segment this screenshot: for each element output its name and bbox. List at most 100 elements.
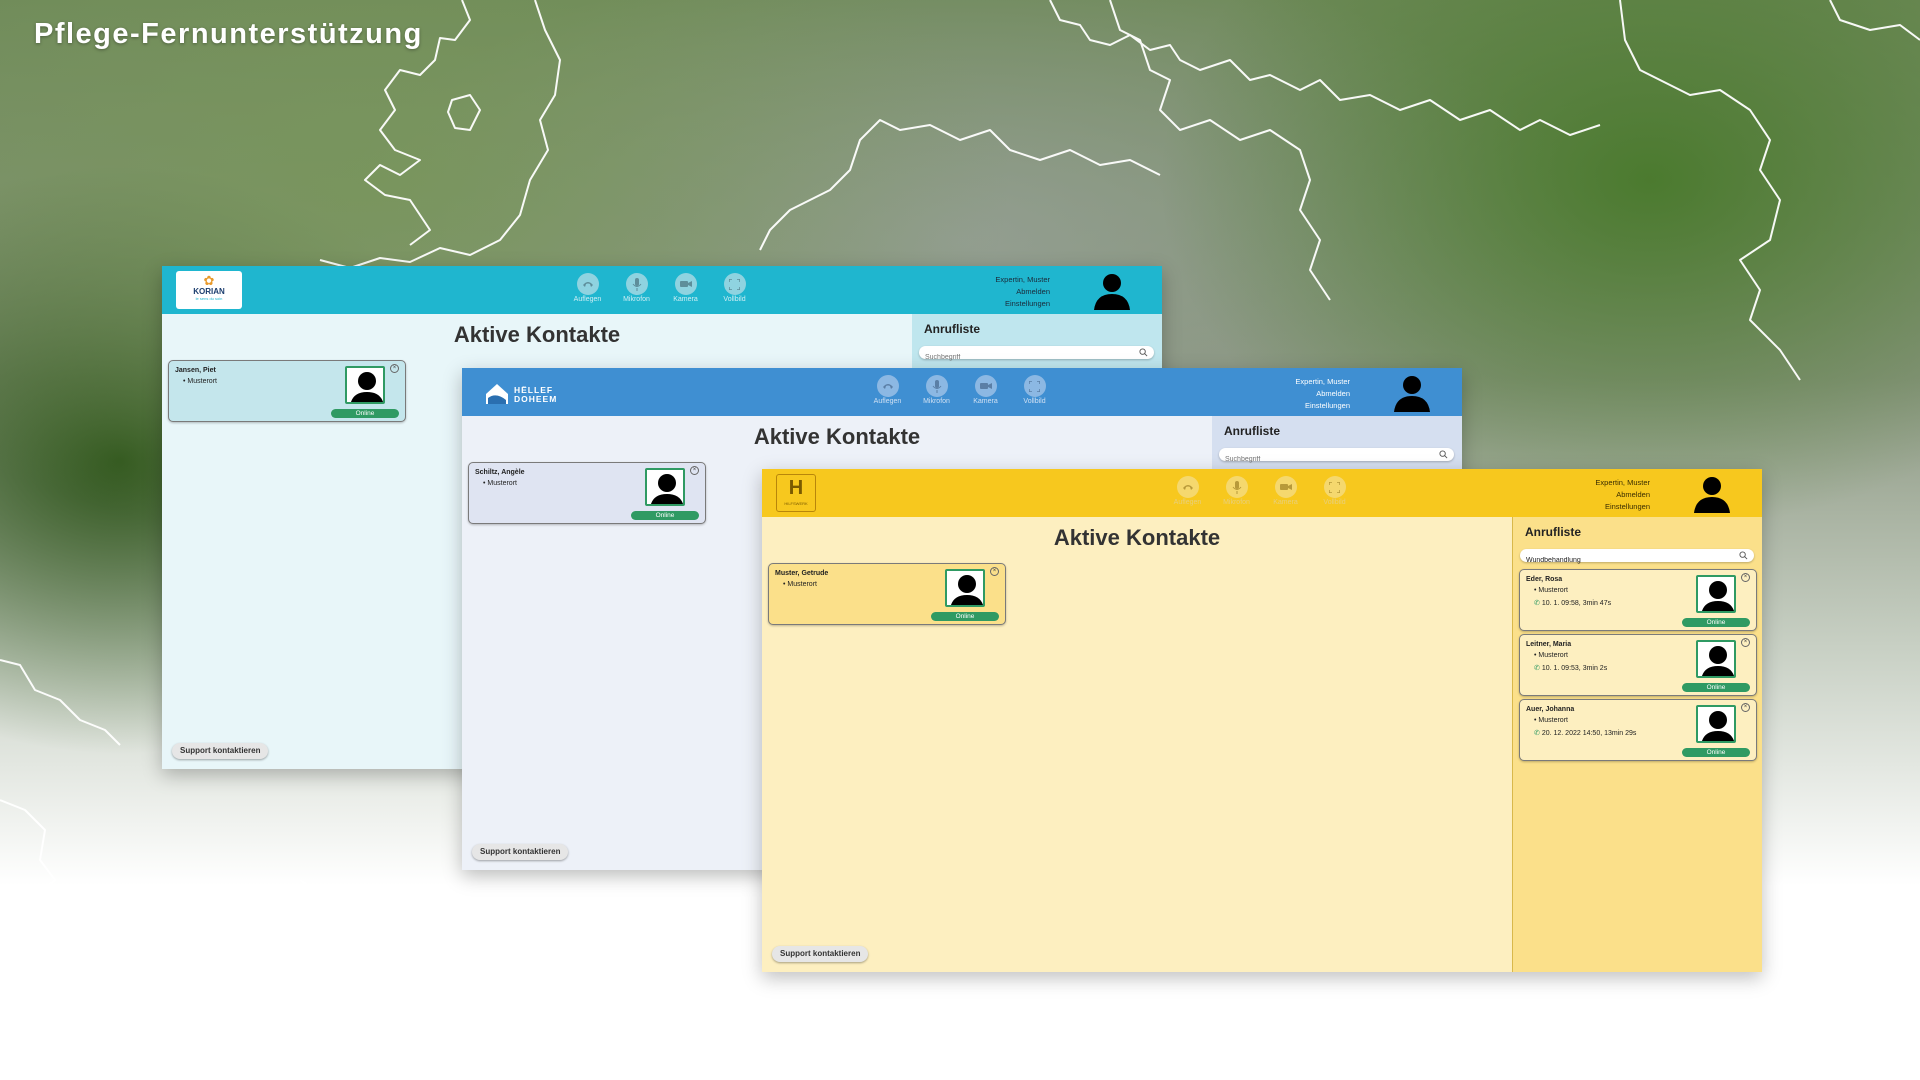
- camera-icon: [674, 273, 697, 295]
- support-button[interactable]: Support kontaktieren: [772, 946, 869, 962]
- contact-name: Eder, Rosa: [1526, 576, 1563, 583]
- phone-hangup-icon: [576, 273, 599, 295]
- status-badge: Online: [631, 511, 699, 520]
- fullscreen-icon: [1023, 375, 1046, 397]
- top-bar: HËLLEF DOHEEM Auflegen Mikrofon Kamera V…: [462, 368, 1462, 416]
- search-field: [1520, 549, 1754, 567]
- contact-name: Muster, Getrude: [775, 570, 829, 577]
- call-entry: ✆ 10. 1. 09:58, 3min 47s: [1534, 600, 1612, 607]
- search-icon[interactable]: [1139, 348, 1148, 357]
- user-menu: Expertin, Muster Abmelden Einstellungen: [1295, 376, 1350, 412]
- close-icon[interactable]: ×: [990, 567, 999, 576]
- close-icon[interactable]: ×: [1741, 638, 1750, 647]
- contact-card[interactable]: Muster, Getrude Musterort Online ×: [768, 563, 1006, 625]
- page-title: Aktive Kontakte: [1053, 525, 1221, 550]
- status-badge: Online: [1682, 618, 1750, 627]
- search-input[interactable]: [1219, 453, 1426, 466]
- close-icon[interactable]: ×: [690, 466, 699, 475]
- support-button[interactable]: Support kontaktieren: [172, 743, 269, 759]
- hangup-button[interactable]: Auflegen: [870, 375, 905, 405]
- camera-icon: [1274, 476, 1297, 498]
- settings-link[interactable]: Einstellungen: [995, 298, 1050, 310]
- call-controls: Auflegen Mikrofon Kamera Vollbild: [870, 375, 1052, 405]
- status-badge: Online: [1682, 748, 1750, 757]
- settings-link[interactable]: Einstellungen: [1595, 501, 1650, 513]
- logout-link[interactable]: Abmelden: [1595, 489, 1650, 501]
- contact-place: Musterort: [1534, 717, 1568, 724]
- user-name: Expertin, Muster: [1595, 478, 1650, 487]
- call-list-title: Anrufliste: [1525, 525, 1582, 539]
- support-button[interactable]: Support kontaktieren: [472, 844, 569, 860]
- hangup-button[interactable]: Auflegen: [1170, 476, 1205, 506]
- page-title: Aktive Kontakte: [453, 322, 621, 347]
- contact-avatar: [345, 366, 385, 404]
- call-list-title: Anrufliste: [924, 322, 981, 336]
- call-controls: Auflegen Mikrofon Kamera Vollbild: [1170, 476, 1352, 506]
- user-name: Expertin, Muster: [1295, 377, 1350, 386]
- user-name: Expertin, Muster: [995, 275, 1050, 284]
- search-field: [919, 346, 1154, 364]
- phone-icon: ✆: [1534, 600, 1540, 607]
- search-input[interactable]: [1520, 554, 1726, 567]
- close-icon[interactable]: ×: [1741, 573, 1750, 582]
- logout-link[interactable]: Abmelden: [1295, 388, 1350, 400]
- microphone-button[interactable]: Mikrofon: [919, 375, 954, 405]
- contact-avatar: [1696, 575, 1736, 613]
- search-icon[interactable]: [1439, 450, 1448, 459]
- contact-avatar: [1696, 705, 1736, 743]
- contact-card[interactable]: Jansen, Piet Musterort Online ×: [168, 360, 406, 422]
- hilfswerk-app-window: H HILFSWERK Auflegen Mikrofon Kamera Vol…: [762, 469, 1762, 972]
- microphone-button[interactable]: Mikrofon: [1219, 476, 1254, 506]
- microphone-icon: [625, 273, 648, 295]
- call-list-item[interactable]: Eder, Rosa Musterort ✆ 10. 1. 09:58, 3mi…: [1519, 569, 1757, 631]
- camera-button[interactable]: Kamera: [968, 375, 1003, 405]
- status-badge: Online: [331, 409, 399, 418]
- call-list-item[interactable]: Leitner, Maria Musterort ✆ 10. 1. 09:53,…: [1519, 634, 1757, 696]
- search-input[interactable]: [919, 351, 1126, 364]
- top-bar: H HILFSWERK Auflegen Mikrofon Kamera Vol…: [762, 469, 1762, 517]
- house-hand-icon: [486, 384, 508, 404]
- close-icon[interactable]: ×: [1741, 703, 1750, 712]
- call-list-sidebar: Anrufliste Eder, Rosa Musterort ✆ 10. 1.…: [1512, 517, 1762, 972]
- phone-hangup-icon: [1176, 476, 1199, 498]
- microphone-icon: [1225, 476, 1248, 498]
- contact-avatar: [1696, 640, 1736, 678]
- phone-icon: ✆: [1534, 730, 1540, 737]
- phone-hangup-icon: [876, 375, 899, 397]
- camera-button[interactable]: Kamera: [668, 273, 703, 303]
- korian-logo: ✿ KORIAN le sens du soin: [176, 271, 242, 309]
- fullscreen-button[interactable]: Vollbild: [1017, 375, 1052, 405]
- hangup-button[interactable]: Auflegen: [570, 273, 605, 303]
- contact-place: Musterort: [1534, 587, 1568, 594]
- user-avatar-icon[interactable]: [1692, 473, 1732, 513]
- contact-card[interactable]: Schiltz, Angèle Musterort Online ×: [468, 462, 706, 524]
- call-controls: Auflegen Mikrofon Kamera Vollbild: [570, 273, 752, 303]
- camera-icon: [974, 375, 997, 397]
- page-title: Aktive Kontakte: [753, 424, 921, 449]
- status-badge: Online: [1682, 683, 1750, 692]
- top-bar: ✿ KORIAN le sens du soin Auflegen Mikrof…: [162, 266, 1162, 314]
- microphone-button[interactable]: Mikrofon: [619, 273, 654, 303]
- contact-name: Leitner, Maria: [1526, 641, 1572, 648]
- fullscreen-button[interactable]: Vollbild: [717, 273, 752, 303]
- contact-name: Jansen, Piet: [175, 367, 216, 374]
- contact-place: Musterort: [1534, 652, 1568, 659]
- hilfswerk-logo: H HILFSWERK: [776, 474, 816, 512]
- contact-avatar: [645, 468, 685, 506]
- close-icon[interactable]: ×: [390, 364, 399, 373]
- user-menu: Expertin, Muster Abmelden Einstellungen: [1595, 477, 1650, 513]
- contact-place: Musterort: [183, 378, 217, 385]
- fullscreen-icon: [1323, 476, 1346, 498]
- contact-name: Auer, Johanna: [1526, 706, 1575, 713]
- logout-link[interactable]: Abmelden: [995, 286, 1050, 298]
- user-menu: Expertin, Muster Abmelden Einstellungen: [995, 274, 1050, 310]
- user-avatar-icon[interactable]: [1092, 270, 1132, 310]
- call-list-item[interactable]: Auer, Johanna Musterort ✆ 20. 12. 2022 1…: [1519, 699, 1757, 761]
- fullscreen-button[interactable]: Vollbild: [1317, 476, 1352, 506]
- camera-button[interactable]: Kamera: [1268, 476, 1303, 506]
- settings-link[interactable]: Einstellungen: [1295, 400, 1350, 412]
- microphone-icon: [925, 375, 948, 397]
- call-entry: ✆ 20. 12. 2022 14:50, 13min 29s: [1534, 730, 1637, 737]
- user-avatar-icon[interactable]: [1392, 372, 1432, 412]
- search-icon[interactable]: [1739, 551, 1748, 560]
